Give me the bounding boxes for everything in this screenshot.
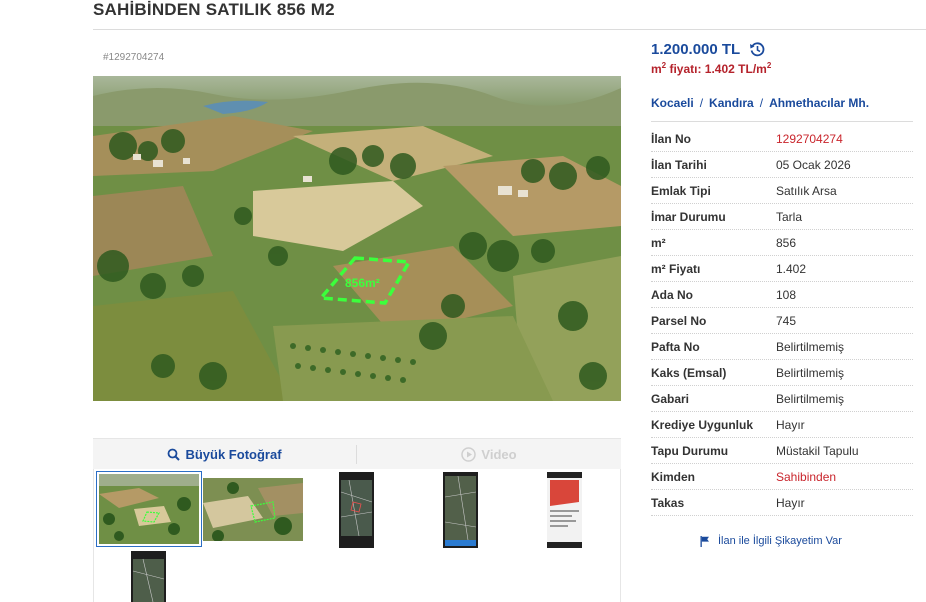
detail-row: Pafta No Belirtilmemiş bbox=[651, 334, 913, 360]
detail-label: İmar Durumu bbox=[651, 210, 726, 224]
detail-label: Kaks (Emsal) bbox=[651, 366, 727, 380]
breadcrumb: Kocaeli / Kandıra / Ahmethacılar Mh. bbox=[651, 96, 869, 110]
detail-row: Tapu Durumu Müstakil Tapulu bbox=[651, 438, 913, 464]
parcel-area-label: 856m² bbox=[345, 276, 380, 290]
price: 1.200.000 TL bbox=[651, 41, 766, 58]
detail-row: Ada No 108 bbox=[651, 282, 913, 308]
media-toolbar: Büyük Fotoğraf Video bbox=[93, 438, 621, 469]
main-photo[interactable]: 856m² bbox=[93, 76, 621, 401]
thumbnail-1[interactable] bbox=[96, 471, 202, 547]
detail-row: m² Fiyatı 1.402 bbox=[651, 256, 913, 282]
flag-icon bbox=[700, 535, 710, 547]
detail-row: Gabari Belirtilmemiş bbox=[651, 386, 913, 412]
price-per-sqm: m2 fiyatı: 1.402 TL/m2 bbox=[651, 61, 771, 76]
report-listing-label: İlan ile İlgili Şikayetim Var bbox=[718, 535, 842, 547]
detail-value: 1292704274 bbox=[776, 132, 843, 146]
detail-value: 1.402 bbox=[776, 262, 807, 276]
detail-label: Pafta No bbox=[651, 340, 700, 354]
thumbnail-5[interactable] bbox=[547, 472, 582, 548]
sqm-prefix: m bbox=[651, 62, 662, 76]
detail-row: Krediye Uygunluk Hayır bbox=[651, 412, 913, 438]
detail-value: Müstakil Tapulu bbox=[776, 444, 859, 458]
detail-value: 856 bbox=[776, 236, 797, 250]
thumbnail-4[interactable] bbox=[443, 472, 478, 548]
detail-row: Emlak Tipi Satılık Arsa bbox=[651, 178, 913, 204]
detail-value: 05 Ocak 2026 bbox=[776, 158, 851, 172]
large-photo-label: Büyük Fotoğraf bbox=[185, 447, 282, 462]
detail-value: Belirtilmemiş bbox=[776, 366, 845, 380]
detail-label: Parsel No bbox=[651, 314, 707, 328]
breadcrumb-separator: / bbox=[699, 96, 704, 110]
price-amount: 1.200.000 TL bbox=[651, 41, 741, 58]
detail-value: 745 bbox=[776, 314, 797, 328]
aerial-land-photo: 856m² bbox=[93, 76, 621, 401]
detail-value: Sahibinden bbox=[776, 470, 837, 484]
detail-label: Kimden bbox=[651, 470, 696, 484]
detail-label: Tapu Durumu bbox=[651, 444, 729, 458]
detail-row: m² 856 bbox=[651, 230, 913, 256]
detail-label: m² Fiyatı bbox=[651, 262, 701, 276]
history-icon[interactable] bbox=[749, 41, 766, 58]
detail-value: 108 bbox=[776, 288, 797, 302]
listing-code: #1292704274 bbox=[103, 52, 165, 63]
detail-label: İlan No bbox=[651, 132, 692, 146]
video-label: Video bbox=[481, 447, 517, 462]
detail-row: Parsel No 745 bbox=[651, 308, 913, 334]
title-divider bbox=[93, 29, 926, 30]
location-city[interactable]: Kocaeli bbox=[651, 96, 694, 110]
listing-title: SAHİBİNDEN SATILIK 856 M2 bbox=[93, 0, 335, 19]
detail-value: Hayır bbox=[776, 496, 805, 510]
detail-value: Satılık Arsa bbox=[776, 184, 837, 198]
detail-row: Kaks (Emsal) Belirtilmemiş bbox=[651, 360, 913, 386]
location-neighborhood[interactable]: Ahmethacılar Mh. bbox=[769, 96, 869, 110]
details-table: İlan No 1292704274 İlan Tarihi 05 Ocak 202… bbox=[651, 126, 913, 516]
video-button[interactable]: Video bbox=[357, 439, 621, 470]
detail-value: Belirtilmemiş bbox=[776, 392, 845, 406]
detail-row: İmar Durumu Tarla bbox=[651, 204, 913, 230]
detail-label: Emlak Tipi bbox=[651, 184, 711, 198]
detail-row: Takas Hayır bbox=[651, 490, 913, 516]
detail-label: Krediye Uygunluk bbox=[651, 418, 754, 432]
sqm-sup-2: 2 bbox=[766, 61, 772, 70]
detail-label: Gabari bbox=[651, 392, 690, 406]
detail-row: Kimden Sahibinden bbox=[651, 464, 913, 490]
location-divider bbox=[651, 121, 913, 122]
play-circle-icon bbox=[461, 447, 477, 462]
thumbnail-3[interactable] bbox=[339, 472, 374, 548]
detail-label: Ada No bbox=[651, 288, 693, 302]
sqm-text: fiyatı: 1.402 TL/m bbox=[666, 62, 767, 76]
detail-row: İlan No 1292704274 bbox=[651, 126, 913, 152]
report-listing-link[interactable]: İlan ile İlgili Şikayetim Var bbox=[700, 535, 842, 547]
detail-label: İlan Tarihi bbox=[651, 158, 707, 172]
thumbnail-strip bbox=[93, 469, 621, 602]
detail-label: Takas bbox=[651, 496, 685, 510]
thumbnail-6[interactable] bbox=[131, 551, 166, 602]
thumbnail-2[interactable] bbox=[203, 478, 303, 541]
detail-value: Belirtilmemiş bbox=[776, 340, 845, 354]
detail-row: İlan Tarihi 05 Ocak 2026 bbox=[651, 152, 913, 178]
breadcrumb-separator: / bbox=[759, 96, 764, 110]
detail-value: Tarla bbox=[776, 210, 803, 224]
detail-value: Hayır bbox=[776, 418, 805, 432]
search-icon bbox=[167, 448, 181, 461]
location-district[interactable]: Kandıra bbox=[709, 96, 754, 110]
detail-label: m² bbox=[651, 236, 666, 250]
large-photo-button[interactable]: Büyük Fotoğraf bbox=[93, 439, 356, 470]
